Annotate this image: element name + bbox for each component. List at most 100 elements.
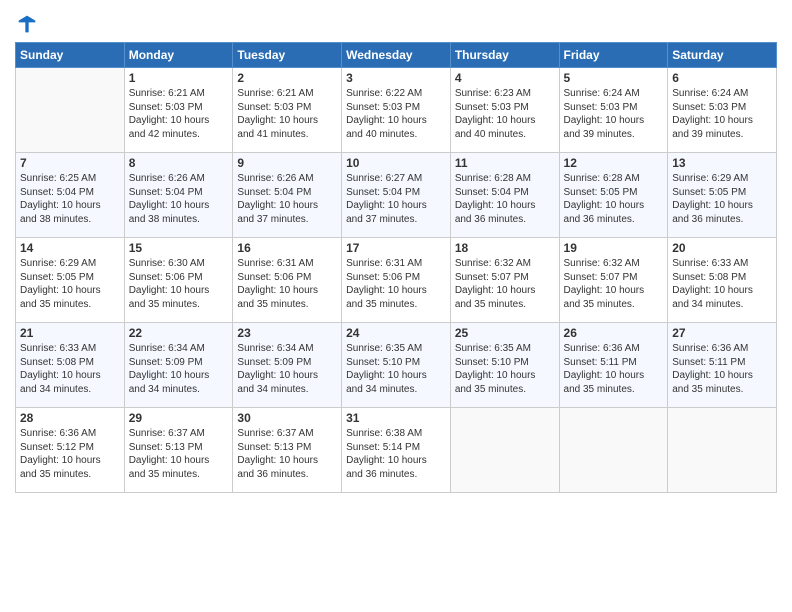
day-info: Sunrise: 6:30 AM Sunset: 5:06 PM Dayligh… bbox=[129, 257, 229, 311]
day-number: 2 bbox=[237, 71, 337, 85]
day-number: 23 bbox=[237, 326, 337, 340]
header-row: SundayMondayTuesdayWednesdayThursdayFrid… bbox=[16, 43, 777, 68]
calendar-cell: 25 Sunrise: 6:35 AM Sunset: 5:10 PM Dayli… bbox=[450, 323, 559, 408]
day-number: 30 bbox=[237, 411, 337, 425]
logo bbox=[15, 14, 37, 34]
calendar-week-row: 21Sunrise: 6:33 AM Sunset: 5:08 PM Dayli… bbox=[16, 323, 777, 408]
day-info: Sunrise: 6:32 AM Sunset: 5:07 PM Dayligh… bbox=[564, 257, 664, 311]
weekday-header: Tuesday bbox=[233, 43, 342, 68]
day-info: Sunrise: 6:36 AM Sunset: 5:11 PM Dayligh… bbox=[564, 342, 664, 396]
day-number: 21 bbox=[20, 326, 120, 340]
day-number: 4 bbox=[455, 71, 555, 85]
day-info: Sunrise: 6:27 AM Sunset: 5:04 PM Dayligh… bbox=[346, 172, 446, 226]
day-info: Sunrise: 6:31 AM Sunset: 5:06 PM Dayligh… bbox=[237, 257, 337, 311]
day-info: Sunrise: 6:26 AM Sunset: 5:04 PM Dayligh… bbox=[237, 172, 337, 226]
calendar-cell: 22 Sunrise: 6:34 AM Sunset: 5:09 PM Dayli… bbox=[124, 323, 233, 408]
day-info: Sunrise: 6:32 AM Sunset: 5:07 PM Dayligh… bbox=[455, 257, 555, 311]
calendar-cell: 23 Sunrise: 6:34 AM Sunset: 5:09 PM Dayli… bbox=[233, 323, 342, 408]
day-info: Sunrise: 6:26 AM Sunset: 5:04 PM Dayligh… bbox=[129, 172, 229, 226]
day-info: Sunrise: 6:38 AM Sunset: 5:14 PM Dayligh… bbox=[346, 427, 446, 481]
calendar-cell: 27 Sunrise: 6:36 AM Sunset: 5:11 PM Dayli… bbox=[668, 323, 777, 408]
day-number: 10 bbox=[346, 156, 446, 170]
day-info: Sunrise: 6:24 AM Sunset: 5:03 PM Dayligh… bbox=[564, 87, 664, 141]
calendar-cell: 2 Sunrise: 6:21 AM Sunset: 5:03 PM Daylig… bbox=[233, 68, 342, 153]
day-info: Sunrise: 6:22 AM Sunset: 5:03 PM Dayligh… bbox=[346, 87, 446, 141]
weekday-header: Monday bbox=[124, 43, 233, 68]
day-number: 17 bbox=[346, 241, 446, 255]
calendar-cell: 17 Sunrise: 6:31 AM Sunset: 5:06 PM Dayli… bbox=[342, 238, 451, 323]
calendar-cell: 6Sunrise: 6:24 AM Sunset: 5:03 PM Daylig… bbox=[668, 68, 777, 153]
day-number: 26 bbox=[564, 326, 664, 340]
day-number: 19 bbox=[564, 241, 664, 255]
day-number: 5 bbox=[564, 71, 664, 85]
day-info: Sunrise: 6:21 AM Sunset: 5:03 PM Dayligh… bbox=[237, 87, 337, 141]
day-info: Sunrise: 6:37 AM Sunset: 5:13 PM Dayligh… bbox=[237, 427, 337, 481]
weekday-header: Thursday bbox=[450, 43, 559, 68]
weekday-header: Friday bbox=[559, 43, 668, 68]
day-number: 16 bbox=[237, 241, 337, 255]
calendar-cell: 8Sunrise: 6:26 AM Sunset: 5:04 PM Daylig… bbox=[124, 153, 233, 238]
day-number: 20 bbox=[672, 241, 772, 255]
day-info: Sunrise: 6:29 AM Sunset: 5:05 PM Dayligh… bbox=[672, 172, 772, 226]
day-number: 28 bbox=[20, 411, 120, 425]
day-info: Sunrise: 6:36 AM Sunset: 5:12 PM Dayligh… bbox=[20, 427, 120, 481]
day-info: Sunrise: 6:31 AM Sunset: 5:06 PM Dayligh… bbox=[346, 257, 446, 311]
calendar-cell: 19 Sunrise: 6:32 AM Sunset: 5:07 PM Dayli… bbox=[559, 238, 668, 323]
day-number: 31 bbox=[346, 411, 446, 425]
calendar-cell: 11 Sunrise: 6:28 AM Sunset: 5:04 PM Dayli… bbox=[450, 153, 559, 238]
calendar-cell: 26 Sunrise: 6:36 AM Sunset: 5:11 PM Dayli… bbox=[559, 323, 668, 408]
day-info: Sunrise: 6:37 AM Sunset: 5:13 PM Dayligh… bbox=[129, 427, 229, 481]
calendar-cell: 1 Sunrise: 6:21 AM Sunset: 5:03 PM Daylig… bbox=[124, 68, 233, 153]
day-number: 3 bbox=[346, 71, 446, 85]
calendar-cell: 13 Sunrise: 6:29 AM Sunset: 5:05 PM Dayli… bbox=[668, 153, 777, 238]
day-number: 29 bbox=[129, 411, 229, 425]
day-number: 13 bbox=[672, 156, 772, 170]
day-info: Sunrise: 6:29 AM Sunset: 5:05 PM Dayligh… bbox=[20, 257, 120, 311]
calendar-cell: 31 Sunrise: 6:38 AM Sunset: 5:14 PM Dayli… bbox=[342, 408, 451, 493]
calendar-cell: 18 Sunrise: 6:32 AM Sunset: 5:07 PM Dayli… bbox=[450, 238, 559, 323]
calendar-table: SundayMondayTuesdayWednesdayThursdayFrid… bbox=[15, 42, 777, 493]
day-info: Sunrise: 6:28 AM Sunset: 5:04 PM Dayligh… bbox=[455, 172, 555, 226]
day-number: 11 bbox=[455, 156, 555, 170]
calendar-week-row: 1 Sunrise: 6:21 AM Sunset: 5:03 PM Daylig… bbox=[16, 68, 777, 153]
calendar-cell: 12 Sunrise: 6:28 AM Sunset: 5:05 PM Dayli… bbox=[559, 153, 668, 238]
day-info: Sunrise: 6:35 AM Sunset: 5:10 PM Dayligh… bbox=[455, 342, 555, 396]
logo-icon bbox=[17, 14, 37, 34]
day-number: 6 bbox=[672, 71, 772, 85]
day-info: Sunrise: 6:21 AM Sunset: 5:03 PM Dayligh… bbox=[129, 87, 229, 141]
calendar-week-row: 14 Sunrise: 6:29 AM Sunset: 5:05 PM Dayli… bbox=[16, 238, 777, 323]
day-number: 14 bbox=[20, 241, 120, 255]
calendar-cell: 15 Sunrise: 6:30 AM Sunset: 5:06 PM Dayli… bbox=[124, 238, 233, 323]
calendar-cell: 21Sunrise: 6:33 AM Sunset: 5:08 PM Dayli… bbox=[16, 323, 125, 408]
page-container: SundayMondayTuesdayWednesdayThursdayFrid… bbox=[0, 0, 792, 503]
day-info: Sunrise: 6:36 AM Sunset: 5:11 PM Dayligh… bbox=[672, 342, 772, 396]
calendar-cell: 16 Sunrise: 6:31 AM Sunset: 5:06 PM Dayli… bbox=[233, 238, 342, 323]
calendar-week-row: 28 Sunrise: 6:36 AM Sunset: 5:12 PM Dayli… bbox=[16, 408, 777, 493]
calendar-cell bbox=[559, 408, 668, 493]
day-number: 27 bbox=[672, 326, 772, 340]
day-number: 22 bbox=[129, 326, 229, 340]
weekday-header: Saturday bbox=[668, 43, 777, 68]
weekday-header: Sunday bbox=[16, 43, 125, 68]
day-number: 18 bbox=[455, 241, 555, 255]
calendar-cell: 9 Sunrise: 6:26 AM Sunset: 5:04 PM Daylig… bbox=[233, 153, 342, 238]
day-info: Sunrise: 6:25 AM Sunset: 5:04 PM Dayligh… bbox=[20, 172, 120, 226]
day-info: Sunrise: 6:23 AM Sunset: 5:03 PM Dayligh… bbox=[455, 87, 555, 141]
day-number: 15 bbox=[129, 241, 229, 255]
calendar-cell: 14 Sunrise: 6:29 AM Sunset: 5:05 PM Dayli… bbox=[16, 238, 125, 323]
day-number: 25 bbox=[455, 326, 555, 340]
calendar-cell: 30 Sunrise: 6:37 AM Sunset: 5:13 PM Dayli… bbox=[233, 408, 342, 493]
day-info: Sunrise: 6:35 AM Sunset: 5:10 PM Dayligh… bbox=[346, 342, 446, 396]
day-info: Sunrise: 6:33 AM Sunset: 5:08 PM Dayligh… bbox=[672, 257, 772, 311]
calendar-cell bbox=[668, 408, 777, 493]
day-info: Sunrise: 6:28 AM Sunset: 5:05 PM Dayligh… bbox=[564, 172, 664, 226]
calendar-cell: 7Sunrise: 6:25 AM Sunset: 5:04 PM Daylig… bbox=[16, 153, 125, 238]
day-number: 9 bbox=[237, 156, 337, 170]
calendar-cell: 28 Sunrise: 6:36 AM Sunset: 5:12 PM Dayli… bbox=[16, 408, 125, 493]
day-info: Sunrise: 6:34 AM Sunset: 5:09 PM Dayligh… bbox=[237, 342, 337, 396]
day-number: 1 bbox=[129, 71, 229, 85]
calendar-week-row: 7Sunrise: 6:25 AM Sunset: 5:04 PM Daylig… bbox=[16, 153, 777, 238]
day-number: 12 bbox=[564, 156, 664, 170]
day-info: Sunrise: 6:34 AM Sunset: 5:09 PM Dayligh… bbox=[129, 342, 229, 396]
header bbox=[15, 10, 777, 34]
